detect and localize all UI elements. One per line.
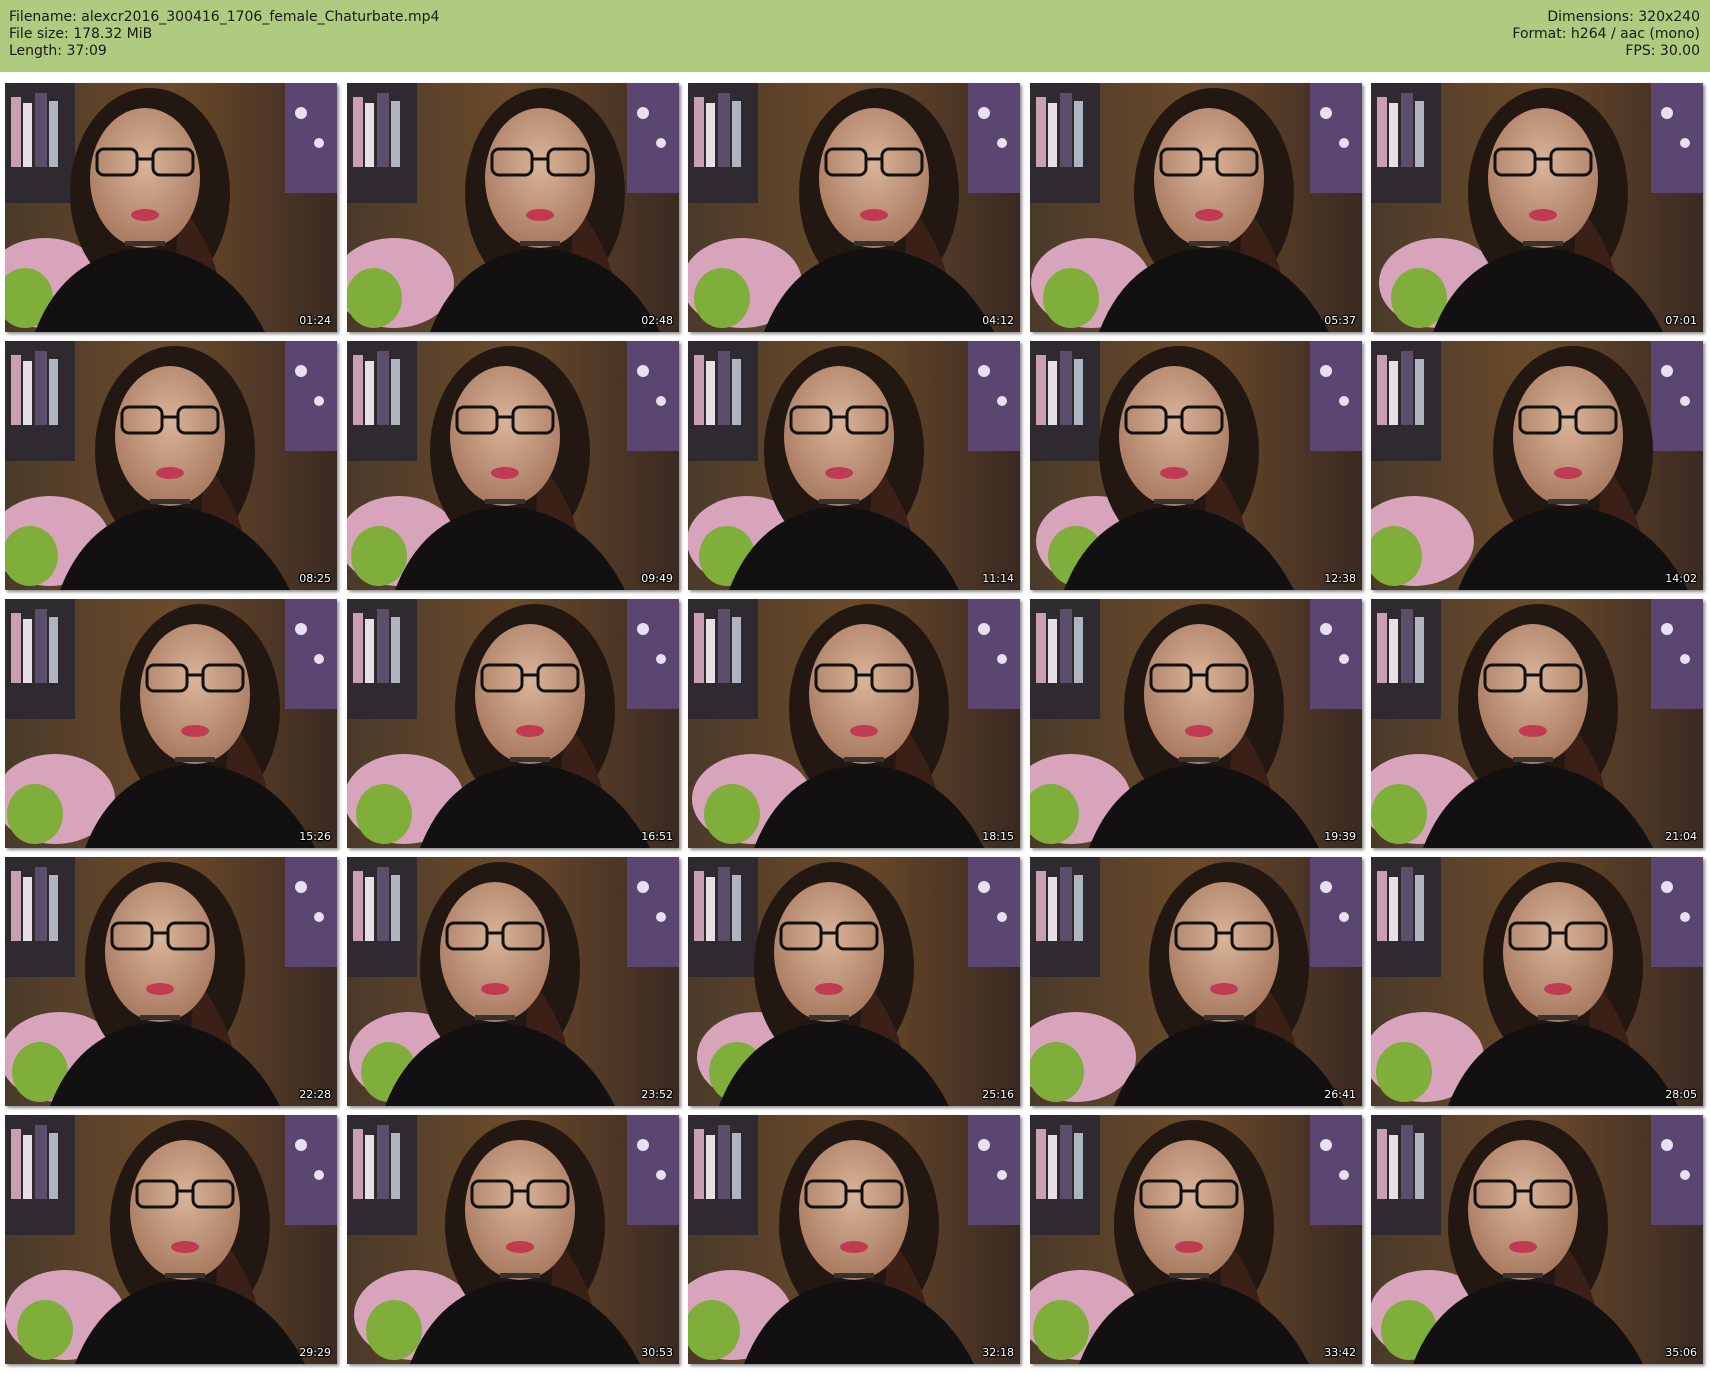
video-frame-image <box>5 857 337 1106</box>
video-frame-image <box>347 857 679 1106</box>
filesize-text: File size: 178.32 MiB <box>9 26 153 42</box>
video-frame-image <box>688 83 1020 332</box>
video-thumbnail: 04:12 <box>688 83 1020 332</box>
video-frame-image <box>1030 857 1362 1106</box>
video-frame-image <box>1371 341 1703 590</box>
video-thumbnail: 32:18 <box>688 1115 1020 1364</box>
thumbnail-timestamp: 28:05 <box>1665 1088 1697 1101</box>
thumbnail-timestamp: 25:16 <box>982 1088 1014 1101</box>
thumbnail-timestamp: 30:53 <box>641 1346 673 1359</box>
video-thumbnail: 08:25 <box>5 341 337 590</box>
video-thumbnail: 11:14 <box>688 341 1020 590</box>
video-thumbnail: 19:39 <box>1030 599 1362 848</box>
video-frame-image <box>1371 599 1703 848</box>
thumbnail-timestamp: 29:29 <box>299 1346 331 1359</box>
video-thumbnail: 23:52 <box>347 857 679 1106</box>
thumbnail-timestamp: 33:42 <box>1324 1346 1356 1359</box>
video-frame-image <box>688 341 1020 590</box>
video-frame-image <box>688 599 1020 848</box>
thumbnail-timestamp: 23:52 <box>641 1088 673 1101</box>
thumbnail-timestamp: 21:04 <box>1665 830 1697 843</box>
video-thumbnail: 26:41 <box>1030 857 1362 1106</box>
video-thumbnail: 28:05 <box>1371 857 1703 1106</box>
thumbnail-timestamp: 26:41 <box>1324 1088 1356 1101</box>
thumbnail-timestamp: 02:48 <box>641 314 673 327</box>
video-frame-image <box>5 1115 337 1364</box>
video-thumbnail: 09:49 <box>347 341 679 590</box>
video-frame-image <box>5 83 337 332</box>
video-thumbnail: 29:29 <box>5 1115 337 1364</box>
video-thumbnail: 15:26 <box>5 599 337 848</box>
video-frame-image <box>1030 83 1362 332</box>
filename-text: Filename: alexcr2016_300416_1706_female_… <box>9 9 440 25</box>
video-thumbnail: 01:24 <box>5 83 337 332</box>
video-thumbnail: 22:28 <box>5 857 337 1106</box>
video-thumbnail: 12:38 <box>1030 341 1362 590</box>
thumbnail-timestamp: 14:02 <box>1665 572 1697 585</box>
thumbnail-timestamp: 16:51 <box>641 830 673 843</box>
thumbnail-timestamp: 32:18 <box>982 1346 1014 1359</box>
video-frame-image <box>347 341 679 590</box>
thumbnail-timestamp: 05:37 <box>1324 314 1356 327</box>
thumbnail-timestamp: 04:12 <box>982 314 1014 327</box>
video-frame-image <box>1030 1115 1362 1364</box>
thumbnail-timestamp: 19:39 <box>1324 830 1356 843</box>
thumbnail-timestamp: 01:24 <box>299 314 331 327</box>
video-frame-image <box>1030 599 1362 848</box>
video-thumbnail: 30:53 <box>347 1115 679 1364</box>
thumbnail-timestamp: 08:25 <box>299 572 331 585</box>
video-thumbnail: 05:37 <box>1030 83 1362 332</box>
info-header: Filename: alexcr2016_300416_1706_female_… <box>0 0 1710 72</box>
video-thumbnail: 07:01 <box>1371 83 1703 332</box>
video-frame-image <box>688 857 1020 1106</box>
video-frame-image <box>347 599 679 848</box>
video-thumbnail: 35:06 <box>1371 1115 1703 1364</box>
format-text: Format: h264 / aac (mono) <box>1512 26 1700 42</box>
video-frame-image <box>347 1115 679 1364</box>
video-frame-image <box>5 599 337 848</box>
thumbnail-timestamp: 09:49 <box>641 572 673 585</box>
thumbnail-timestamp: 18:15 <box>982 830 1014 843</box>
thumbnail-grid: 01:24 02:48 04:12 05:37 07:01 08:25 09:49 11:14… <box>0 72 1710 1373</box>
video-thumbnail: 02:48 <box>347 83 679 332</box>
thumbnail-timestamp: 35:06 <box>1665 1346 1697 1359</box>
video-frame-image <box>347 83 679 332</box>
video-thumbnail: 16:51 <box>347 599 679 848</box>
video-thumbnail: 14:02 <box>1371 341 1703 590</box>
header-right: Dimensions: 320x240 Format: h264 / aac (… <box>1512 9 1700 60</box>
video-frame-image <box>5 341 337 590</box>
video-thumbnail: 25:16 <box>688 857 1020 1106</box>
video-frame-image <box>1371 857 1703 1106</box>
thumbnail-timestamp: 11:14 <box>982 572 1014 585</box>
thumbnail-timestamp: 22:28 <box>299 1088 331 1101</box>
video-thumbnail: 33:42 <box>1030 1115 1362 1364</box>
dimensions-text: Dimensions: 320x240 <box>1547 9 1700 25</box>
video-frame-image <box>1030 341 1362 590</box>
thumbnail-timestamp: 15:26 <box>299 830 331 843</box>
video-frame-image <box>1371 83 1703 332</box>
fps-text: FPS: 30.00 <box>1625 43 1700 59</box>
video-frame-image <box>688 1115 1020 1364</box>
video-thumbnail: 18:15 <box>688 599 1020 848</box>
video-thumbnail: 21:04 <box>1371 599 1703 848</box>
thumbnail-timestamp: 12:38 <box>1324 572 1356 585</box>
header-left: Filename: alexcr2016_300416_1706_female_… <box>9 9 439 60</box>
length-text: Length: 37:09 <box>9 43 107 59</box>
thumbnail-timestamp: 07:01 <box>1665 314 1697 327</box>
video-frame-image <box>1371 1115 1703 1364</box>
